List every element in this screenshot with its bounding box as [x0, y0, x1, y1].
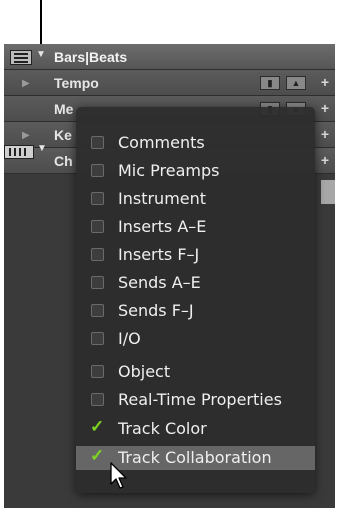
menu-item-label: Sends A–E: [118, 273, 201, 292]
ruler-row-bars-beats[interactable]: ▼ Bars|Beats: [4, 44, 335, 70]
mouse-pointer-icon: [110, 462, 127, 489]
ruler-label: Me: [54, 101, 74, 117]
conductor-icon[interactable]: ▲: [286, 76, 306, 90]
menu-item-label: Inserts A–E: [118, 217, 207, 236]
ruler-label: Tempo: [54, 75, 99, 91]
timeline-strip: [321, 180, 335, 204]
expand-triangle-icon[interactable]: ▶: [22, 78, 30, 89]
checkbox[interactable]: [91, 248, 104, 261]
add-icon[interactable]: +: [321, 126, 329, 142]
menu-item-inserts-f-j[interactable]: Inserts F–J: [76, 243, 315, 267]
checkbox[interactable]: [91, 220, 104, 233]
ruler-label: Bars|Beats: [54, 49, 128, 65]
checkmark-icon[interactable]: ✓: [90, 417, 104, 437]
add-icon[interactable]: +: [321, 152, 329, 168]
add-icon[interactable]: +: [321, 100, 329, 116]
menu-item-label: Object: [118, 362, 171, 381]
tempo-editor-icon[interactable]: ▮: [260, 76, 280, 90]
edit-window-view-button[interactable]: [4, 145, 34, 159]
menu-item-label: Inserts F–J: [118, 245, 200, 264]
menu-item-sends-a-e[interactable]: Sends A–E: [76, 271, 315, 295]
expand-arrow-icon[interactable]: ▼: [36, 49, 46, 60]
menu-item-mic-preamps[interactable]: Mic Preamps: [76, 159, 315, 183]
menu-item-inserts-a-e[interactable]: Inserts A–E: [76, 215, 315, 239]
add-icon[interactable]: +: [321, 74, 329, 90]
checkbox[interactable]: [91, 192, 104, 205]
ruler-label: Ch: [54, 153, 73, 169]
expand-triangle-icon[interactable]: ▶: [22, 130, 30, 141]
menu-item-label: I/O: [118, 329, 141, 348]
menu-item-label: Real-Time Properties: [118, 390, 282, 409]
checkbox[interactable]: [91, 332, 104, 345]
menu-item-label: Track Collaboration: [118, 448, 272, 467]
view-menu-arrow-icon[interactable]: ▼: [37, 143, 47, 154]
menu-item-io[interactable]: I/O: [76, 327, 315, 351]
menu-item-instrument[interactable]: Instrument: [76, 187, 315, 211]
menu-item-label: Track Color: [118, 419, 207, 438]
menu-item-label: Mic Preamps: [118, 161, 220, 180]
menu-item-label: Instrument: [118, 189, 207, 208]
checkbox[interactable]: [91, 393, 104, 406]
menu-item-label: Comments: [118, 133, 205, 152]
ruler-label: Ke: [54, 127, 72, 143]
checkmark-icon[interactable]: ✓: [90, 446, 104, 466]
edit-window-view-menu: Comments Mic Preamps Instrument Inserts …: [76, 107, 315, 493]
menu-item-real-time-properties[interactable]: Real-Time Properties: [76, 388, 315, 412]
checkbox[interactable]: [91, 276, 104, 289]
ruler-view-button[interactable]: [10, 50, 32, 65]
menu-item-sends-f-j[interactable]: Sends F–J: [76, 299, 315, 323]
menu-item-comments[interactable]: Comments: [76, 131, 315, 155]
checkbox[interactable]: [91, 365, 104, 378]
checkbox[interactable]: [91, 136, 104, 149]
menu-item-object[interactable]: Object: [76, 360, 315, 384]
checkbox[interactable]: [91, 304, 104, 317]
menu-item-track-color[interactable]: ✓ Track Color: [76, 417, 315, 441]
ruler-row-tempo[interactable]: ▶ Tempo ▮ ▲ +: [4, 70, 335, 96]
checkbox[interactable]: [91, 164, 104, 177]
menu-item-label: Sends F–J: [118, 301, 194, 320]
